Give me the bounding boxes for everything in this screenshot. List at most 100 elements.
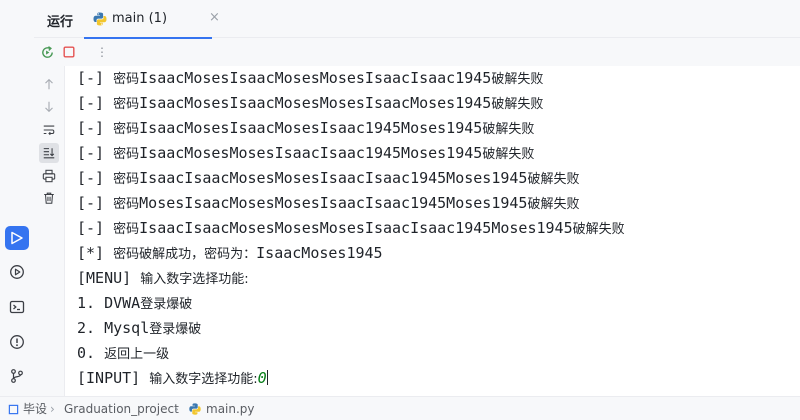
breadcrumb-folder[interactable]: Graduation_project: [64, 401, 179, 417]
services-toolwindow-button[interactable]: [5, 260, 29, 284]
line-suffix: 破解失败: [482, 147, 535, 162]
line-label: 密码: [113, 122, 140, 137]
python-icon: [93, 12, 107, 26]
line-value: IsaacIsaacMosesMosesIsaacIsaac1945Moses1…: [139, 169, 528, 187]
line-value: IsaacMosesIsaacMosesIsaac1945Moses1945: [139, 119, 483, 137]
line-label: 密码破解成功，密码为：: [113, 247, 257, 262]
console-line: [-] 密码MosesIsaacMosesMosesIsaacIsaac1945…: [77, 191, 579, 216]
print-icon: [42, 169, 56, 183]
line-label: 密码: [113, 197, 140, 212]
run-toolbar: ⋮: [34, 38, 800, 66]
python-icon: [189, 403, 201, 415]
line-suffix: 破解失败: [527, 172, 580, 187]
toolwindow-title: 运行: [47, 15, 74, 30]
print-button[interactable]: [39, 166, 59, 186]
line-label: 密码: [113, 172, 140, 187]
breadcrumb-project[interactable]: 毕设: [8, 401, 47, 417]
console-line: 0. 返回上一级: [77, 341, 169, 366]
line-suffix: 登录爆破: [149, 322, 202, 337]
line-label: 密码: [113, 97, 140, 112]
more-actions-icon[interactable]: ⋮: [96, 44, 108, 60]
close-icon[interactable]: ×: [209, 10, 220, 25]
trash-icon: [44, 192, 54, 204]
line-suffix: 破解失败: [491, 97, 544, 112]
console-line: [MENU] 输入数字选择功能:: [77, 266, 249, 291]
git-branch-icon: [11, 369, 23, 383]
line-label: 返回上一级: [104, 347, 170, 362]
breadcrumb-project-label: 毕设: [23, 402, 48, 416]
console-line: [-] 密码IsaacMosesMosesIsaacIsaac1945Moses…: [77, 141, 534, 166]
activity-stripe: [0, 0, 34, 396]
line-suffix: 破解失败: [491, 72, 544, 87]
terminal-icon: [9, 300, 25, 314]
breadcrumb-file[interactable]: main.py: [188, 401, 255, 417]
console-line: [INPUT] 输入数字选择功能:0: [77, 366, 268, 391]
line-prefix: [-]: [77, 144, 114, 162]
run-icon: [11, 231, 23, 245]
stop-button[interactable]: [60, 43, 78, 61]
line-label: 密码: [113, 147, 140, 162]
soft-wrap-button[interactable]: [39, 120, 59, 140]
line-value: IsaacMoses1945: [256, 244, 383, 262]
line-prefix: 0.: [77, 344, 105, 362]
line-label: 输入数字选择功能:: [140, 272, 249, 287]
ide-window: 运行 main (1) × ⋮ [-] 密码IsaacMosesIsaacMos…: [0, 0, 800, 420]
soft-wrap-icon: [43, 125, 55, 136]
console-line: [-] 密码IsaacMosesIsaacMosesMosesIsaacMose…: [77, 91, 543, 116]
line-value: IsaacMosesIsaacMosesMosesIsaacIsaac1945: [139, 69, 492, 87]
line-value: MosesIsaacMosesMosesIsaacIsaac1945Moses1…: [139, 194, 528, 212]
line-suffix: 破解失败: [527, 197, 580, 212]
line-prefix: [MENU]: [77, 269, 141, 287]
scroll-to-end-icon: [43, 148, 55, 159]
line-label: 密码: [113, 72, 140, 87]
console-line: [-] 密码IsaacIsaacMosesMosesIsaacIsaac1945…: [77, 166, 579, 191]
services-icon: [10, 265, 24, 279]
line-prefix: [-]: [77, 69, 114, 87]
status-bar: 毕设 › Graduation_project › main.py: [0, 396, 800, 420]
terminal-toolwindow-button[interactable]: [5, 295, 29, 319]
text-caret: [266, 370, 268, 385]
module-icon: [8, 404, 19, 414]
tab-label: main (1): [112, 11, 168, 26]
line-prefix: [-]: [77, 94, 114, 112]
arrow-up-icon: [45, 78, 53, 90]
problems-toolwindow-button[interactable]: [5, 330, 29, 354]
line-value: IsaacMosesMosesIsaacIsaac1945Moses1945: [139, 144, 483, 162]
line-prefix: [-]: [77, 119, 114, 137]
user-input[interactable]: 0: [258, 369, 267, 387]
console-toolbar: [34, 66, 64, 396]
line-value: IsaacMosesIsaacMosesMosesIsaacMoses1945: [139, 94, 492, 112]
console-line: [-] 密码IsaacMosesIsaacMosesIsaac1945Moses…: [77, 116, 534, 141]
console-line: [-] 密码IsaacMosesIsaacMosesMosesIsaacIsaa…: [77, 66, 543, 91]
line-suffix: 登录爆破: [140, 297, 193, 312]
line-prefix: 2.: [77, 319, 105, 337]
scroll-up-button[interactable]: [39, 74, 59, 94]
line-prefix: 1.: [77, 294, 105, 312]
rerun-button[interactable]: [38, 43, 56, 61]
problems-icon: [10, 335, 24, 349]
chevron-right-icon: ›: [174, 402, 179, 416]
arrow-down-icon: [45, 101, 53, 113]
line-label: 输入数字选择功能:: [149, 372, 258, 387]
run-toolwindow-header: 运行 main (1) ×: [34, 0, 800, 39]
console-line: 1. DVWA登录爆破: [77, 291, 192, 316]
chevron-right-icon: ›: [50, 402, 55, 416]
line-prefix: [-]: [77, 219, 114, 237]
rerun-icon: [41, 45, 53, 58]
console-line: 2. Mysql登录爆破: [77, 316, 201, 341]
menu-option-name: Mysql: [104, 319, 150, 337]
console-output[interactable]: [-] 密码IsaacMosesIsaacMosesMosesIsaacIsaa…: [64, 66, 800, 396]
line-prefix: [*]: [77, 244, 114, 262]
menu-option-name: DVWA: [104, 294, 141, 312]
clear-all-button[interactable]: [39, 188, 59, 208]
breadcrumb-folder-label: Graduation_project: [64, 402, 179, 416]
scroll-to-end-button[interactable]: [39, 143, 59, 163]
line-suffix: 破解失败: [482, 122, 535, 137]
scroll-down-button[interactable]: [39, 97, 59, 117]
line-prefix: [INPUT]: [77, 369, 150, 387]
tab-main[interactable]: main (1) ×: [84, 0, 220, 39]
git-toolwindow-button[interactable]: [5, 364, 29, 388]
run-toolwindow-button[interactable]: [5, 226, 29, 250]
stop-icon: [63, 46, 75, 58]
line-label: 密码: [113, 222, 140, 237]
